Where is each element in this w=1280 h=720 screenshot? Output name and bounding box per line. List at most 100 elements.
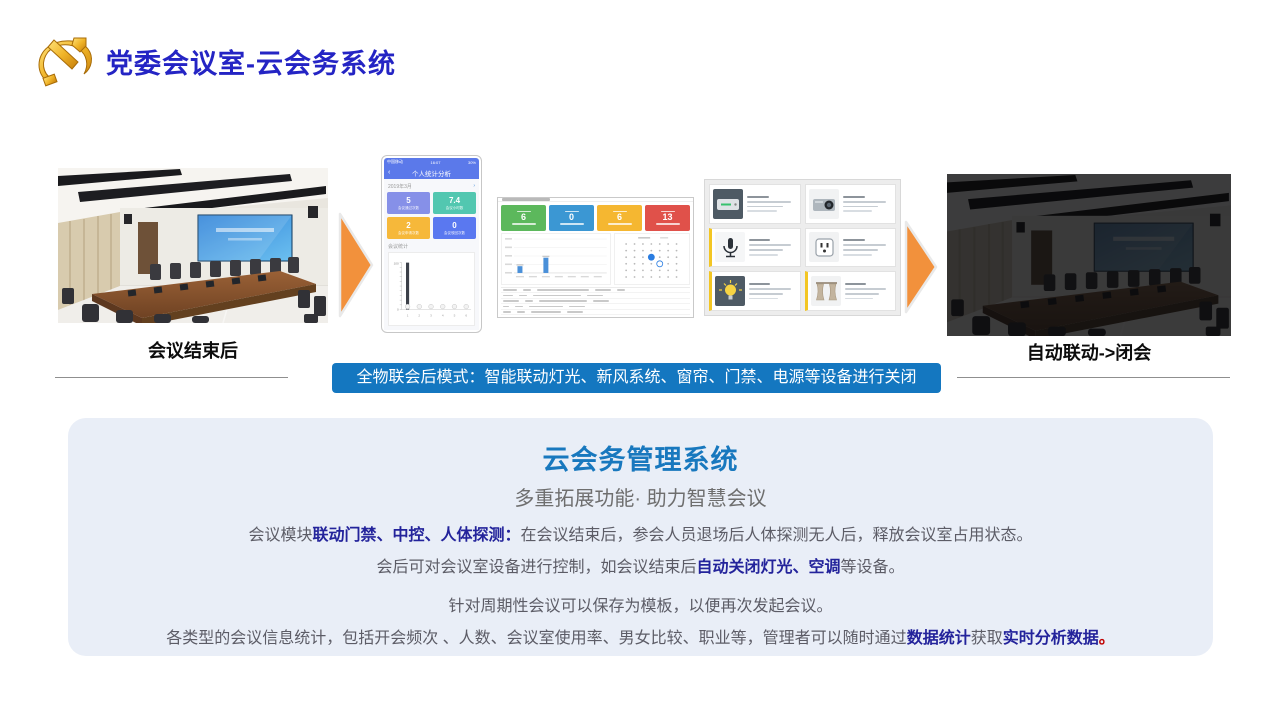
text-segment: 自动关闭灯光、空调 bbox=[696, 559, 841, 576]
device-info bbox=[842, 195, 893, 213]
slide: 党委会议室-云会务系统 中国移动 16:07 30% ‹ 个人统计分析 2019… bbox=[0, 0, 1280, 720]
light-bulb-icon bbox=[715, 276, 745, 307]
placeholder-text bbox=[749, 239, 771, 242]
placeholder-text bbox=[567, 311, 583, 313]
phone-stat-card: 2 会议申请次数 bbox=[387, 217, 430, 239]
placeholder-text bbox=[749, 292, 784, 295]
placeholder-text bbox=[749, 288, 791, 290]
device-info bbox=[747, 195, 797, 213]
feature-paragraph: 各类型的会议信息统计，包括开会频次 、人数、会议室使用率、男女比较、职业等，管理… bbox=[68, 629, 1213, 648]
placeholder-text bbox=[533, 294, 581, 297]
stat-value: 13 bbox=[662, 212, 673, 222]
device-info bbox=[749, 282, 797, 300]
phone-carrier: 中国移动 bbox=[387, 159, 403, 164]
placeholder-text bbox=[569, 305, 585, 308]
placeholder-text bbox=[749, 249, 784, 251]
svg-text:3: 3 bbox=[430, 313, 432, 317]
placeholder-text bbox=[525, 300, 533, 302]
stat-label: 会议申请次数 bbox=[398, 230, 419, 235]
device-card bbox=[709, 227, 801, 268]
text-segment: 实时分析数据 bbox=[1002, 630, 1099, 647]
placeholder-text bbox=[842, 195, 865, 198]
device-info bbox=[749, 239, 797, 256]
placeholder-text bbox=[593, 300, 609, 302]
placeholder-text bbox=[503, 300, 519, 302]
placeholder-text bbox=[517, 311, 525, 313]
device-card bbox=[804, 271, 896, 311]
phone-bar-chart: 100 0 1 2 3 4 5 6 bbox=[388, 252, 475, 326]
text-segment: 针对周期性会议可以保存为模板，以便再次发起会议。 bbox=[448, 598, 833, 615]
svg-text:6: 6 bbox=[465, 313, 467, 317]
placeholder-text bbox=[655, 223, 680, 225]
meeting-room-photo-bright bbox=[58, 168, 328, 323]
placeholder-text bbox=[747, 210, 777, 213]
placeholder-text bbox=[503, 294, 513, 297]
svg-text:100: 100 bbox=[394, 262, 399, 266]
phone-period-label: 2019年3月 bbox=[388, 184, 412, 190]
text-segment: 各类型的会议信息统计，包括开会频次 、人数、会议室使用率、男女比较、职业等，管理… bbox=[166, 630, 907, 647]
placeholder-text bbox=[537, 289, 589, 291]
dashboard-stat-card: 13 bbox=[645, 204, 690, 231]
placeholder-text bbox=[531, 311, 561, 313]
svg-text:0: 0 bbox=[397, 307, 399, 311]
placeholder-text bbox=[539, 300, 587, 302]
stat-label: 会议小时数 bbox=[445, 205, 464, 210]
placeholder-text bbox=[842, 239, 865, 242]
phone-app-title: 个人统计分析 bbox=[412, 170, 451, 178]
back-icon: ‹ bbox=[388, 169, 391, 176]
placeholder-text bbox=[749, 282, 771, 286]
dashboard-stat-card: 0 bbox=[549, 204, 594, 231]
placeholder-text bbox=[503, 305, 509, 308]
phone-section-label: 会议统计 bbox=[388, 244, 409, 250]
dashboard-stat-cards: 6 0 6 13 bbox=[498, 202, 693, 233]
microphone-icon bbox=[715, 232, 745, 263]
text-segment: ： bbox=[504, 527, 521, 544]
stat-value: 7.4 bbox=[448, 195, 461, 205]
power-socket-icon bbox=[808, 232, 839, 263]
placeholder-text bbox=[515, 305, 523, 308]
placeholder-text bbox=[842, 253, 873, 256]
stat-label: 会议驳回次数 bbox=[444, 230, 465, 235]
placeholder-text bbox=[844, 297, 873, 300]
device-card bbox=[709, 184, 801, 224]
device-control-screenshot bbox=[704, 179, 901, 316]
feature-paragraph: 针对周期性会议可以保存为模板，以便再次发起会议。 bbox=[68, 597, 1213, 616]
placeholder-text bbox=[842, 244, 887, 247]
phone-stat-card: 5 会议通过次数 bbox=[387, 192, 430, 214]
caption-auto-linkage: 自动联动->闭会 bbox=[1026, 343, 1152, 363]
phone-stat-cards: 5 会议通过次数 7.4 会议小时数 2 会议申请次数 0 会议驳回次数 bbox=[387, 192, 476, 239]
placeholder-text bbox=[523, 289, 531, 291]
placeholder-text bbox=[747, 195, 770, 198]
svg-text:5: 5 bbox=[454, 313, 456, 317]
placeholder-text bbox=[519, 294, 527, 297]
placeholder-text bbox=[607, 223, 632, 225]
placeholder-text bbox=[749, 253, 778, 256]
phone-stat-card: 7.4 会议小时数 bbox=[433, 192, 476, 214]
iot-mode-banner: 全物联会后模式：智能联动灯光、新风系统、窗帘、门禁、电源等设备进行关闭 bbox=[332, 363, 941, 393]
projector-icon bbox=[808, 188, 839, 219]
info-title: 云会务管理系统 bbox=[542, 445, 739, 475]
placeholder-text bbox=[842, 249, 879, 251]
divider-line bbox=[957, 377, 1230, 378]
placeholder-text bbox=[747, 200, 791, 203]
phone-stat-card: 0 会议驳回次数 bbox=[433, 217, 476, 239]
svg-text:2: 2 bbox=[418, 313, 420, 317]
dark-overlay bbox=[947, 174, 1231, 336]
placeholder-text bbox=[595, 289, 611, 291]
placeholder-text bbox=[511, 223, 536, 225]
dashboard-stat-card: 6 bbox=[501, 204, 546, 231]
placeholder-text bbox=[559, 223, 584, 225]
meeting-room-scene bbox=[58, 168, 328, 323]
table-row bbox=[501, 310, 690, 316]
placeholder-text bbox=[749, 244, 791, 247]
phone-time: 16:07 bbox=[430, 159, 441, 165]
dashboard-bar-chart bbox=[501, 232, 611, 285]
device-info bbox=[842, 239, 893, 256]
placeholder-text bbox=[844, 292, 879, 295]
info-subtitle: 多重拓展功能· 助力智慧会议 bbox=[514, 488, 767, 510]
svg-text:4: 4 bbox=[442, 313, 444, 317]
placeholder-text bbox=[587, 294, 603, 297]
arrow-right-icon bbox=[902, 219, 940, 315]
device-card bbox=[804, 184, 896, 224]
placeholder-text bbox=[842, 205, 879, 208]
